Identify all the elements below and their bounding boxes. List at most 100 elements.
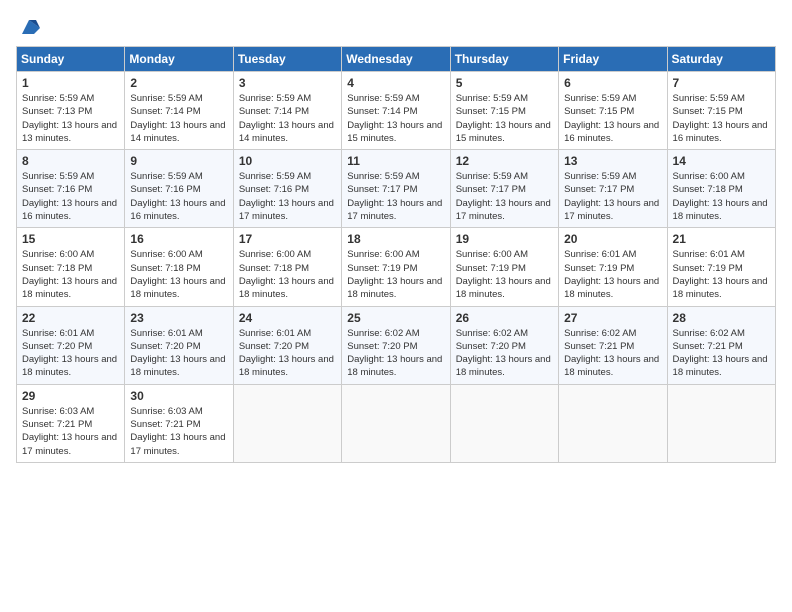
day-info: Sunrise: 6:01 AM Sunset: 7:19 PM Dayligh… <box>564 248 661 301</box>
day-info: Sunrise: 6:01 AM Sunset: 7:19 PM Dayligh… <box>673 248 770 301</box>
day-number: 25 <box>347 311 444 325</box>
calendar-cell: 22 Sunrise: 6:01 AM Sunset: 7:20 PM Dayl… <box>17 306 125 384</box>
day-info: Sunrise: 5:59 AM Sunset: 7:16 PM Dayligh… <box>130 170 227 223</box>
calendar-cell: 11 Sunrise: 5:59 AM Sunset: 7:17 PM Dayl… <box>342 150 450 228</box>
calendar-cell: 29 Sunrise: 6:03 AM Sunset: 7:21 PM Dayl… <box>17 384 125 462</box>
day-info: Sunrise: 6:02 AM Sunset: 7:20 PM Dayligh… <box>456 327 553 380</box>
calendar-cell: 7 Sunrise: 5:59 AM Sunset: 7:15 PM Dayli… <box>667 72 775 150</box>
calendar-cell <box>450 384 558 462</box>
day-number: 24 <box>239 311 336 325</box>
day-info: Sunrise: 5:59 AM Sunset: 7:16 PM Dayligh… <box>239 170 336 223</box>
day-info: Sunrise: 5:59 AM Sunset: 7:17 PM Dayligh… <box>564 170 661 223</box>
calendar-cell: 23 Sunrise: 6:01 AM Sunset: 7:20 PM Dayl… <box>125 306 233 384</box>
day-number: 20 <box>564 232 661 246</box>
calendar-cell: 26 Sunrise: 6:02 AM Sunset: 7:20 PM Dayl… <box>450 306 558 384</box>
weekday-header-saturday: Saturday <box>667 47 775 72</box>
calendar-cell: 15 Sunrise: 6:00 AM Sunset: 7:18 PM Dayl… <box>17 228 125 306</box>
logo-icon <box>18 16 40 38</box>
weekday-header-friday: Friday <box>559 47 667 72</box>
calendar-cell: 27 Sunrise: 6:02 AM Sunset: 7:21 PM Dayl… <box>559 306 667 384</box>
calendar-cell: 24 Sunrise: 6:01 AM Sunset: 7:20 PM Dayl… <box>233 306 341 384</box>
day-number: 30 <box>130 389 227 403</box>
day-info: Sunrise: 6:01 AM Sunset: 7:20 PM Dayligh… <box>22 327 119 380</box>
day-number: 5 <box>456 76 553 90</box>
weekday-header-sunday: Sunday <box>17 47 125 72</box>
day-number: 18 <box>347 232 444 246</box>
calendar-cell: 19 Sunrise: 6:00 AM Sunset: 7:19 PM Dayl… <box>450 228 558 306</box>
day-number: 12 <box>456 154 553 168</box>
day-number: 23 <box>130 311 227 325</box>
calendar-cell: 10 Sunrise: 5:59 AM Sunset: 7:16 PM Dayl… <box>233 150 341 228</box>
calendar-table: SundayMondayTuesdayWednesdayThursdayFrid… <box>16 46 776 463</box>
calendar-cell: 6 Sunrise: 5:59 AM Sunset: 7:15 PM Dayli… <box>559 72 667 150</box>
weekday-header-wednesday: Wednesday <box>342 47 450 72</box>
day-number: 2 <box>130 76 227 90</box>
day-info: Sunrise: 6:03 AM Sunset: 7:21 PM Dayligh… <box>22 405 119 458</box>
day-info: Sunrise: 5:59 AM Sunset: 7:16 PM Dayligh… <box>22 170 119 223</box>
weekday-header-monday: Monday <box>125 47 233 72</box>
day-info: Sunrise: 5:59 AM Sunset: 7:15 PM Dayligh… <box>456 92 553 145</box>
day-number: 22 <box>22 311 119 325</box>
weekday-header-tuesday: Tuesday <box>233 47 341 72</box>
day-info: Sunrise: 6:01 AM Sunset: 7:20 PM Dayligh… <box>130 327 227 380</box>
day-number: 1 <box>22 76 119 90</box>
calendar-cell <box>559 384 667 462</box>
calendar-cell <box>233 384 341 462</box>
calendar-cell: 25 Sunrise: 6:02 AM Sunset: 7:20 PM Dayl… <box>342 306 450 384</box>
calendar-cell: 13 Sunrise: 5:59 AM Sunset: 7:17 PM Dayl… <box>559 150 667 228</box>
day-info: Sunrise: 6:00 AM Sunset: 7:18 PM Dayligh… <box>130 248 227 301</box>
calendar-cell: 9 Sunrise: 5:59 AM Sunset: 7:16 PM Dayli… <box>125 150 233 228</box>
day-number: 8 <box>22 154 119 168</box>
day-number: 4 <box>347 76 444 90</box>
day-info: Sunrise: 5:59 AM Sunset: 7:14 PM Dayligh… <box>130 92 227 145</box>
day-info: Sunrise: 6:03 AM Sunset: 7:21 PM Dayligh… <box>130 405 227 458</box>
day-number: 17 <box>239 232 336 246</box>
day-info: Sunrise: 6:00 AM Sunset: 7:19 PM Dayligh… <box>347 248 444 301</box>
day-number: 29 <box>22 389 119 403</box>
day-number: 27 <box>564 311 661 325</box>
day-number: 13 <box>564 154 661 168</box>
day-number: 9 <box>130 154 227 168</box>
calendar-cell: 2 Sunrise: 5:59 AM Sunset: 7:14 PM Dayli… <box>125 72 233 150</box>
calendar-cell: 16 Sunrise: 6:00 AM Sunset: 7:18 PM Dayl… <box>125 228 233 306</box>
day-info: Sunrise: 6:02 AM Sunset: 7:21 PM Dayligh… <box>673 327 770 380</box>
day-number: 16 <box>130 232 227 246</box>
calendar-cell: 18 Sunrise: 6:00 AM Sunset: 7:19 PM Dayl… <box>342 228 450 306</box>
calendar-cell: 30 Sunrise: 6:03 AM Sunset: 7:21 PM Dayl… <box>125 384 233 462</box>
day-number: 3 <box>239 76 336 90</box>
day-info: Sunrise: 5:59 AM Sunset: 7:17 PM Dayligh… <box>347 170 444 223</box>
calendar-cell <box>342 384 450 462</box>
day-info: Sunrise: 6:00 AM Sunset: 7:18 PM Dayligh… <box>673 170 770 223</box>
day-info: Sunrise: 6:01 AM Sunset: 7:20 PM Dayligh… <box>239 327 336 380</box>
day-info: Sunrise: 5:59 AM Sunset: 7:14 PM Dayligh… <box>347 92 444 145</box>
day-number: 21 <box>673 232 770 246</box>
day-number: 14 <box>673 154 770 168</box>
day-info: Sunrise: 6:02 AM Sunset: 7:21 PM Dayligh… <box>564 327 661 380</box>
day-number: 19 <box>456 232 553 246</box>
day-number: 28 <box>673 311 770 325</box>
calendar-cell: 3 Sunrise: 5:59 AM Sunset: 7:14 PM Dayli… <box>233 72 341 150</box>
calendar-cell: 28 Sunrise: 6:02 AM Sunset: 7:21 PM Dayl… <box>667 306 775 384</box>
day-info: Sunrise: 5:59 AM Sunset: 7:13 PM Dayligh… <box>22 92 119 145</box>
calendar-cell: 20 Sunrise: 6:01 AM Sunset: 7:19 PM Dayl… <box>559 228 667 306</box>
calendar-cell <box>667 384 775 462</box>
calendar-cell: 8 Sunrise: 5:59 AM Sunset: 7:16 PM Dayli… <box>17 150 125 228</box>
calendar-cell: 4 Sunrise: 5:59 AM Sunset: 7:14 PM Dayli… <box>342 72 450 150</box>
weekday-header-thursday: Thursday <box>450 47 558 72</box>
calendar-cell: 12 Sunrise: 5:59 AM Sunset: 7:17 PM Dayl… <box>450 150 558 228</box>
day-info: Sunrise: 6:02 AM Sunset: 7:20 PM Dayligh… <box>347 327 444 380</box>
day-number: 15 <box>22 232 119 246</box>
day-number: 26 <box>456 311 553 325</box>
calendar-cell: 17 Sunrise: 6:00 AM Sunset: 7:18 PM Dayl… <box>233 228 341 306</box>
day-info: Sunrise: 6:00 AM Sunset: 7:18 PM Dayligh… <box>239 248 336 301</box>
day-info: Sunrise: 5:59 AM Sunset: 7:15 PM Dayligh… <box>673 92 770 145</box>
day-number: 6 <box>564 76 661 90</box>
day-info: Sunrise: 5:59 AM Sunset: 7:17 PM Dayligh… <box>456 170 553 223</box>
header <box>16 16 776 38</box>
day-info: Sunrise: 5:59 AM Sunset: 7:15 PM Dayligh… <box>564 92 661 145</box>
day-info: Sunrise: 5:59 AM Sunset: 7:14 PM Dayligh… <box>239 92 336 145</box>
calendar-cell: 1 Sunrise: 5:59 AM Sunset: 7:13 PM Dayli… <box>17 72 125 150</box>
day-number: 11 <box>347 154 444 168</box>
day-number: 10 <box>239 154 336 168</box>
logo <box>16 16 40 38</box>
